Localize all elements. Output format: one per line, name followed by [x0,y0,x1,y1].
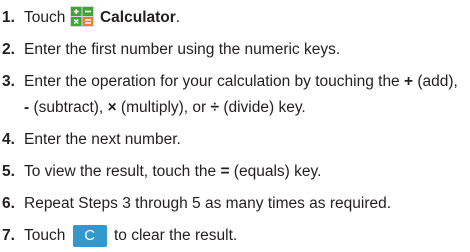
step-number: 4. [2,131,15,148]
step-number: 2. [2,41,15,58]
multiply-symbol: × [107,99,117,116]
step-text: Repeat Steps 3 through 5 as many times a… [24,195,392,212]
step-7: 7. Touch C to clear the result. [0,220,470,252]
step-number: 6. [2,195,15,212]
equals-symbol: = [220,163,230,180]
step-text: Touch [24,9,70,26]
step-text: (divide) key. [219,99,306,116]
step-text: (multiply), or [116,99,211,116]
clear-key: C [72,224,107,247]
step-3: 3. Enter the operation for your calculat… [0,66,464,124]
step-2: 2. Enter the first number using the nume… [0,34,470,66]
calculator-icon [69,6,94,27]
step-number: 1. [2,9,15,26]
step-text: (equals) key. [229,163,322,180]
step-number: 3. [2,73,15,90]
step-text: to clear the result. [109,227,238,244]
step-text: Touch [24,227,70,244]
step-text: Enter the first number using the numeric… [24,41,341,58]
step-6: 6. Repeat Steps 3 through 5 as many time… [0,188,470,220]
step-text-end: . [175,9,181,26]
step-number: 5. [2,163,15,180]
step-text: (subtract), [29,99,108,116]
step-4: 4. Enter the next number. [0,124,470,156]
step-text: Enter the next number. [24,131,181,148]
step-number: 7. [2,227,15,244]
step-text: Enter the operation for your calculation… [24,73,404,90]
step-1: 1. Touch Calculator. [0,2,470,34]
instruction-list: 1. Touch Calculator. 2. Enter the first … [0,0,470,252]
app-name: Calculator [99,9,176,26]
plus-symbol: + [404,73,414,90]
divide-symbol: ÷ [210,99,220,116]
step-text: (add), [413,73,458,90]
step-text: To view the result, touch the [24,163,221,180]
step-5: 5. To view the result, touch the = (equa… [0,156,470,188]
